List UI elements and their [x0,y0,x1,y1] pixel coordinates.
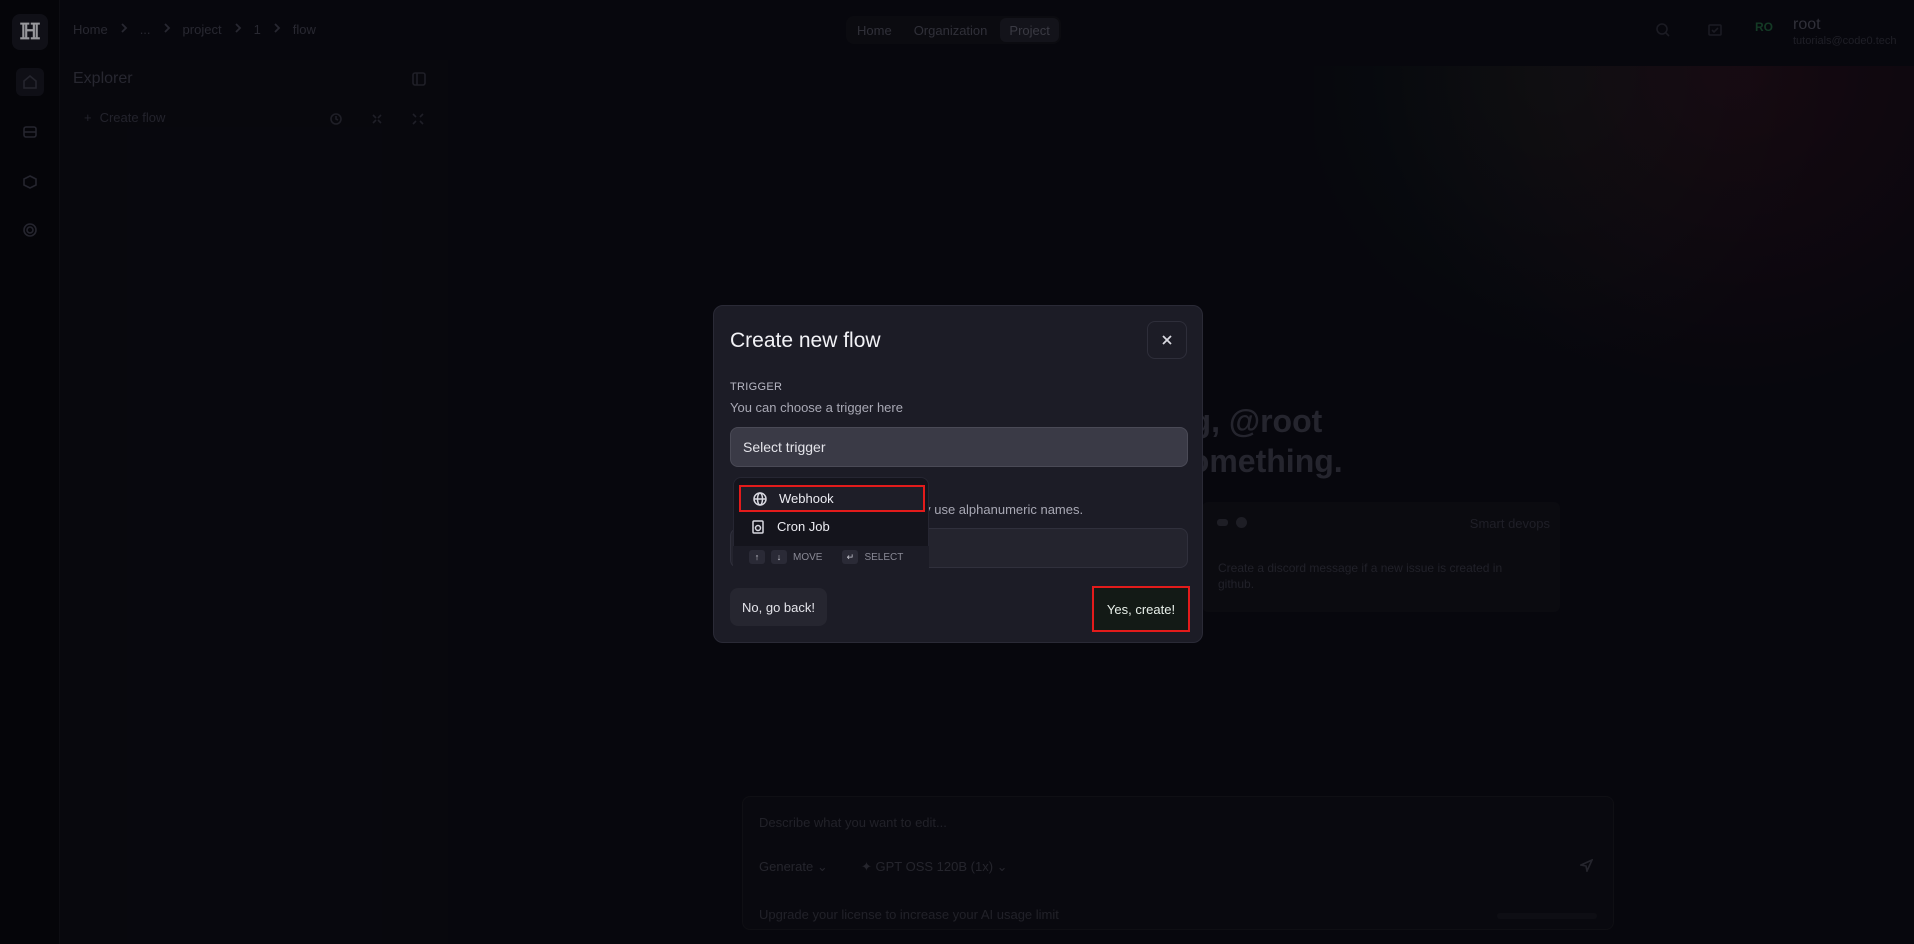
dropdown-key-hints: ↑ ↓ MOVE ↵ SELECT [733,546,929,568]
option-label: Cron Job [777,519,830,534]
close-icon [1162,335,1172,345]
globe-icon [753,491,767,506]
arrow-down-icon: ↓ [771,550,787,564]
go-back-button[interactable]: No, go back! [730,588,827,626]
trigger-option-webhook[interactable]: Webhook [739,485,925,512]
move-hint: MOVE [793,551,823,563]
close-button[interactable] [1147,321,1187,359]
trigger-hint: You can choose a trigger here [730,400,903,415]
select-hint: SELECT [864,551,904,563]
trigger-label: TRIGGER [730,381,783,393]
option-label: Webhook [779,491,834,506]
enter-icon: ↵ [842,550,859,564]
arrow-up-icon: ↑ [749,550,765,564]
create-flow-modal: Create new flow TRIGGER You can choose a… [713,305,1203,643]
modal-title: Create new flow [730,329,881,352]
trigger-select[interactable]: Select trigger [730,427,1188,467]
trigger-option-cron-job[interactable]: Cron Job [739,513,925,540]
create-button[interactable]: Yes, create! [1092,586,1190,632]
clock-file-icon [752,519,764,534]
name-hint: nly use alphanumeric names. [914,502,1084,517]
